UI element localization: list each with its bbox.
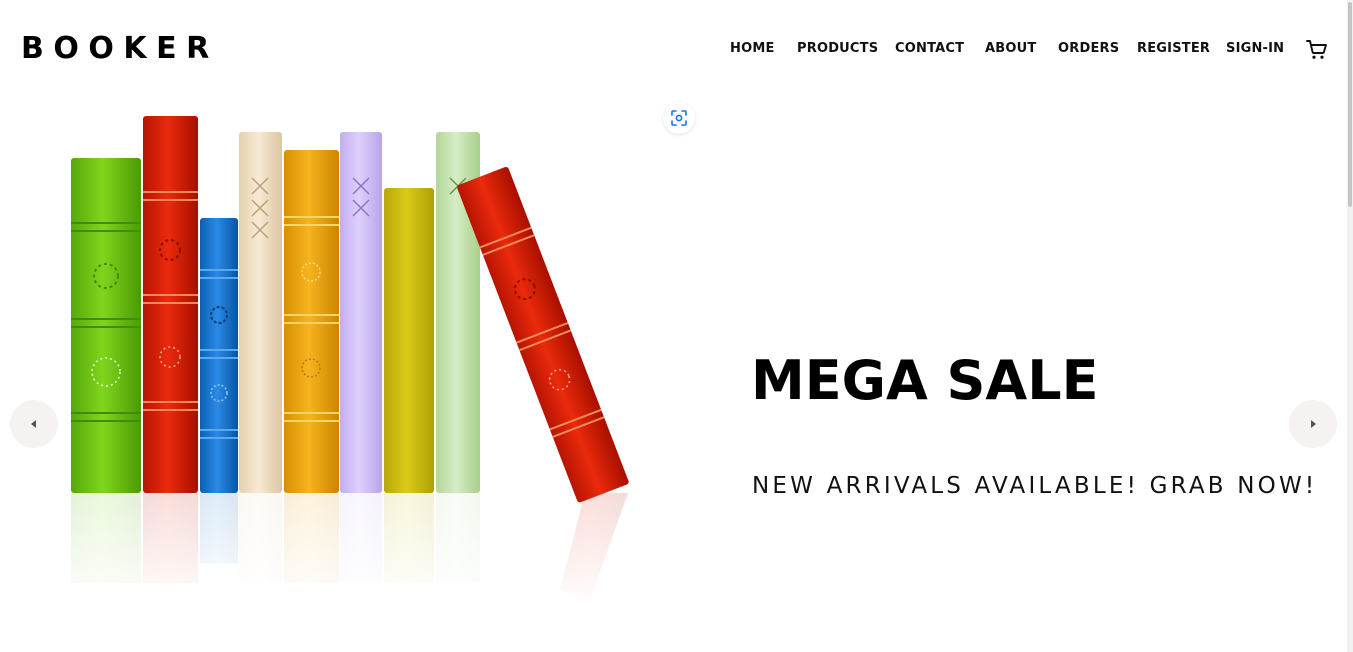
site-header: BOOKER HOME PRODUCTS CONTACT ABOUT ORDER… [0, 0, 1353, 100]
hero-carousel: MEGA SALE NEW ARRIVALS AVAILABLE! GRAB N… [0, 100, 1347, 640]
nav-contact[interactable]: CONTACT [895, 41, 964, 57]
carousel-next-button[interactable] [1289, 400, 1337, 448]
page-scrollbar[interactable] [1347, 0, 1353, 652]
scrollbar-thumb[interactable] [1348, 2, 1352, 207]
hero-subtitle: NEW ARRIVALS AVAILABLE! GRAB NOW! [752, 473, 1318, 499]
nav-register[interactable]: REGISTER [1137, 41, 1210, 57]
shopping-cart-icon[interactable] [1305, 38, 1329, 62]
nav-orders[interactable]: ORDERS [1058, 41, 1119, 57]
hero-title: MEGA SALE [751, 349, 1099, 412]
nav-sign-in[interactable]: SIGN-IN [1226, 41, 1284, 57]
arrow-right-icon [1311, 420, 1316, 428]
nav-home[interactable]: HOME [730, 41, 775, 57]
nav-products[interactable]: PRODUCTS [797, 41, 878, 57]
image-scan-icon[interactable] [663, 102, 695, 134]
carousel-prev-button[interactable] [10, 400, 58, 448]
main-nav: HOME PRODUCTS CONTACT ABOUT ORDERS REGIS… [0, 41, 1353, 61]
nav-about[interactable]: ABOUT [985, 41, 1036, 57]
arrow-left-icon [31, 420, 36, 428]
books-hero-image [0, 100, 720, 610]
